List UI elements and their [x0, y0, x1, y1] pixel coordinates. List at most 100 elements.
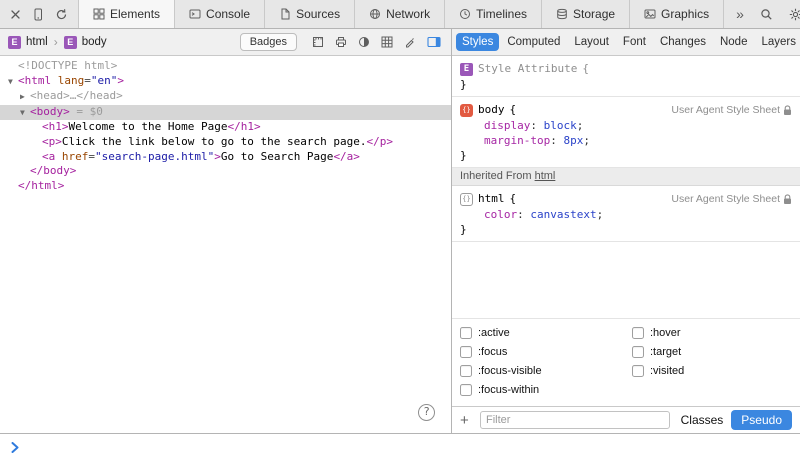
- tab-network[interactable]: Network: [354, 0, 444, 28]
- tab-overflow-button[interactable]: »: [736, 6, 744, 22]
- element-badge-icon: E: [64, 36, 77, 49]
- rulers-icon[interactable]: [312, 36, 324, 48]
- dom-token: </h1>: [227, 120, 260, 133]
- tab-elements[interactable]: Elements: [78, 0, 174, 28]
- tab-graphics[interactable]: Graphics: [629, 0, 724, 28]
- dom-token: "en": [91, 74, 118, 87]
- close-brace: }: [460, 77, 792, 92]
- dom-tree-node[interactable]: </html>: [0, 179, 451, 194]
- styles-footer: + Classes Pseudo: [452, 406, 800, 433]
- dom-tree-node[interactable]: <h1>Welcome to the Home Page</h1>: [0, 120, 451, 135]
- paint-icon[interactable]: [404, 36, 416, 48]
- contrast-icon[interactable]: [358, 36, 370, 48]
- classes-button[interactable]: Classes: [681, 413, 724, 427]
- dom-tree-node[interactable]: ▼<body> = $0: [0, 105, 451, 121]
- dom-tree-node[interactable]: <!DOCTYPE html>: [0, 59, 451, 74]
- chevron-right-icon: [11, 442, 19, 453]
- property-value[interactable]: canvastext: [530, 208, 603, 221]
- tab-label: Console: [206, 7, 250, 21]
- device-icon[interactable]: [32, 8, 44, 21]
- property-name[interactable]: color: [484, 208, 530, 221]
- tab-timelines[interactable]: Timelines: [444, 0, 541, 28]
- origin-label: User Agent Style Sheet: [671, 191, 780, 207]
- pseudo-button[interactable]: Pseudo: [731, 410, 792, 430]
- inherited-from-divider: Inherited From html: [452, 168, 800, 186]
- dom-token: Go to Search Page: [221, 150, 334, 163]
- dom-tree-node[interactable]: <p>Click the link below to go to the sea…: [0, 135, 451, 150]
- tab-layers[interactable]: Layers: [755, 33, 800, 51]
- checkbox-icon[interactable]: [460, 346, 472, 358]
- pseudo-label: :hover: [650, 327, 681, 339]
- element-badge-icon: E: [460, 63, 473, 76]
- pseudo-checkbox-hover[interactable]: :hover: [632, 327, 684, 339]
- property-value[interactable]: 8px: [563, 134, 590, 147]
- pseudo-checkbox-focus-visible[interactable]: :focus-visible: [460, 365, 632, 377]
- disclosure-open-icon[interactable]: ▼: [20, 106, 30, 121]
- tab-sources[interactable]: Sources: [264, 0, 354, 28]
- badges-button[interactable]: Badges: [240, 33, 297, 51]
- breadcrumb-item-html[interactable]: html: [26, 36, 48, 48]
- element-badge-icon: E: [8, 36, 21, 49]
- dom-tree-node[interactable]: <a href="search-page.html">Go to Search …: [0, 150, 451, 165]
- tab-changes[interactable]: Changes: [654, 33, 712, 51]
- checkbox-icon[interactable]: [460, 365, 472, 377]
- main-content: E html › E body Badges: [0, 29, 800, 433]
- console-prompt-bar[interactable]: [0, 433, 800, 461]
- checkbox-icon[interactable]: [460, 327, 472, 339]
- style-attribute-title[interactable]: Style Attribute: [478, 61, 577, 77]
- dom-tree-node[interactable]: ▼<html lang="en">: [0, 74, 451, 90]
- rule-selector[interactable]: html: [478, 191, 505, 207]
- tab-console[interactable]: Console: [174, 0, 264, 28]
- checkbox-icon[interactable]: [632, 346, 644, 358]
- dom-tree-node[interactable]: </body>: [0, 164, 451, 179]
- console-icon: [189, 8, 201, 20]
- print-icon[interactable]: [335, 36, 347, 48]
- tab-computed[interactable]: Computed: [501, 33, 566, 51]
- checkbox-icon[interactable]: [632, 365, 644, 377]
- reload-icon[interactable]: [55, 8, 68, 21]
- sidebar-tabs: Styles Computed Layout Font Changes Node…: [452, 29, 800, 56]
- pseudo-label: :focus: [478, 346, 507, 358]
- breadcrumb-separator-icon: ›: [54, 35, 58, 49]
- inherited-from-link[interactable]: html: [535, 170, 556, 182]
- property-name[interactable]: margin-top: [484, 134, 563, 147]
- checkbox-icon[interactable]: [632, 327, 644, 339]
- tab-layout[interactable]: Layout: [568, 33, 615, 51]
- gear-icon[interactable]: [789, 8, 800, 21]
- dom-token: </html>: [18, 179, 64, 192]
- dom-token: =: [88, 150, 95, 163]
- checkbox-icon[interactable]: [460, 384, 472, 396]
- tab-label: Graphics: [661, 7, 709, 21]
- help-button[interactable]: ?: [418, 404, 435, 421]
- pseudo-checkbox-target[interactable]: :target: [632, 346, 684, 358]
- disclosure-open-icon[interactable]: ▼: [8, 75, 18, 90]
- tab-font[interactable]: Font: [617, 33, 652, 51]
- pseudo-checkbox-active[interactable]: :active: [460, 327, 632, 339]
- grid-overlay-icon[interactable]: [381, 36, 393, 48]
- disclosure-closed-icon[interactable]: ▶: [20, 90, 30, 105]
- breadcrumb-item-body[interactable]: body: [82, 36, 107, 48]
- pseudo-checkbox-focus-within[interactable]: :focus-within: [460, 384, 632, 396]
- close-brace: }: [460, 222, 792, 237]
- close-icon[interactable]: [10, 9, 21, 20]
- css-property[interactable]: displayblock: [460, 118, 792, 133]
- dom-tree-node[interactable]: ▶<head>…</head>: [0, 89, 451, 105]
- rule-selector[interactable]: body: [478, 102, 505, 118]
- add-rule-button[interactable]: +: [460, 413, 472, 428]
- property-value[interactable]: block: [544, 119, 584, 132]
- filter-input[interactable]: [480, 411, 670, 429]
- tab-storage[interactable]: Storage: [541, 0, 629, 28]
- search-icon[interactable]: [760, 8, 773, 21]
- dom-token: Click the link below to go to the search…: [62, 135, 367, 148]
- pseudo-checkbox-visited[interactable]: :visited: [632, 365, 684, 377]
- pseudo-checkbox-focus[interactable]: :focus: [460, 346, 632, 358]
- dom-token: </body>: [30, 164, 76, 177]
- tab-styles[interactable]: Styles: [456, 33, 499, 51]
- css-property[interactable]: margin-top8px: [460, 133, 792, 148]
- tab-node[interactable]: Node: [714, 33, 754, 51]
- details-sidebar-toggle-icon[interactable]: [427, 36, 441, 48]
- property-name[interactable]: display: [484, 119, 544, 132]
- dom-token: <h1>: [42, 120, 69, 133]
- css-property[interactable]: colorcanvastext: [460, 207, 792, 222]
- tab-label: Storage: [573, 7, 615, 21]
